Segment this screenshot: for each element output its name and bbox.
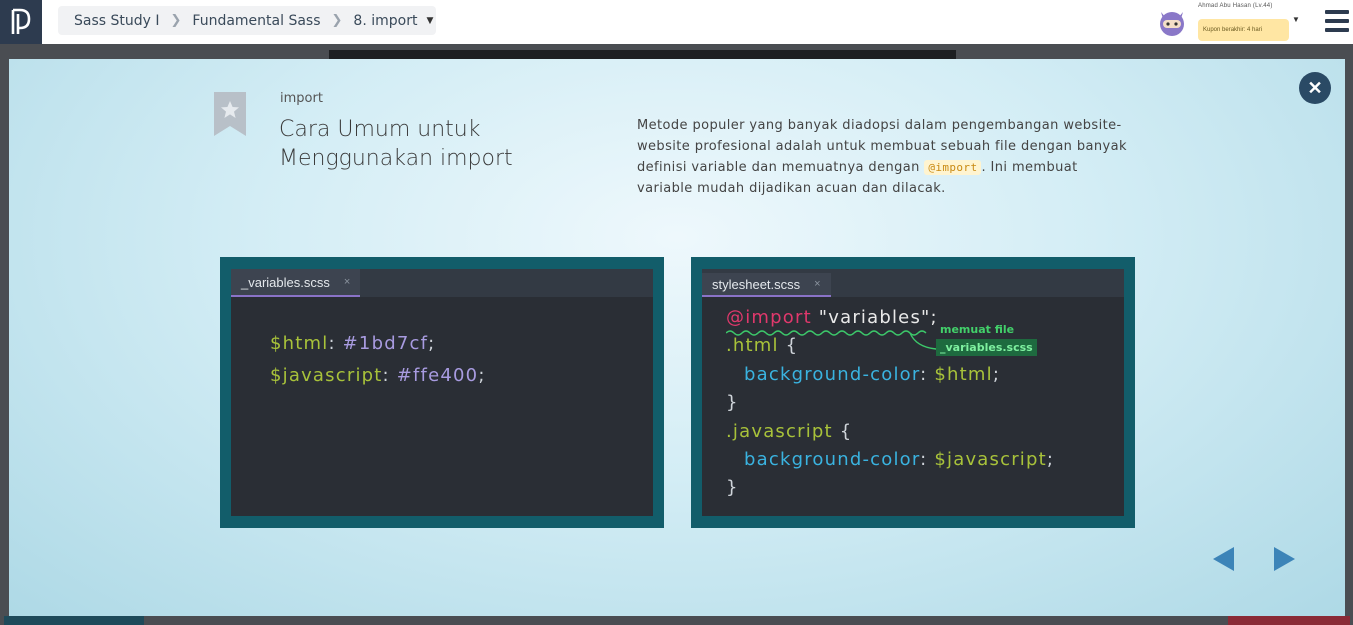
code-line: } — [726, 477, 739, 498]
code-punctuation: : — [382, 365, 397, 386]
code-line: .javascript { — [726, 421, 852, 442]
slide-subtitle: import — [280, 91, 323, 106]
code-panel-stylesheet: stylesheet.scss × @import "variables"; m… — [691, 257, 1135, 528]
code-punctuation: ; — [1046, 449, 1055, 470]
code-line: .html { — [726, 335, 798, 356]
chevron-down-icon[interactable]: ▼ — [1292, 15, 1300, 24]
hamburger-menu-icon[interactable] — [1325, 10, 1349, 32]
lesson-modal: ✕ import Cara Umum untuk Menggunakan imp… — [9, 59, 1345, 616]
code-property: background-color — [744, 364, 921, 385]
code-punctuation: : — [920, 364, 935, 385]
avatar[interactable] — [1157, 6, 1187, 38]
code-keyword: @import — [726, 307, 812, 328]
code-punctuation: ; — [992, 364, 1001, 385]
tab-label: stylesheet.scss — [712, 276, 801, 292]
ninja-avatar-icon — [1160, 12, 1184, 36]
editor-tab[interactable]: stylesheet.scss × — [702, 273, 831, 297]
code-panel-variables: _variables.scss × $html: #1bd7cf; $javas… — [220, 257, 664, 528]
chevron-right-icon: ❯ — [170, 13, 182, 28]
code-punctuation: : — [920, 449, 935, 470]
close-tab-icon[interactable]: × — [344, 276, 350, 288]
annotation-filename: _variables.scss — [936, 339, 1037, 356]
slide-title: Cara Umum untuk Menggunakan import — [279, 117, 513, 171]
slide-description: Metode populer yang banyak diadopsi dala… — [637, 115, 1127, 199]
editor-tabbar: _variables.scss × — [231, 269, 653, 297]
close-tab-icon[interactable]: × — [814, 278, 820, 290]
footer-strip — [1228, 616, 1350, 625]
code-punctuation: { — [832, 421, 853, 442]
breadcrumb-course[interactable]: Sass Study I — [74, 13, 160, 29]
chevron-right-icon: ❯ — [331, 13, 343, 28]
code-line: } — [726, 392, 739, 413]
close-button[interactable]: ✕ — [1299, 72, 1331, 104]
code-line: $html: #1bd7cf; — [270, 333, 435, 354]
code-punctuation: } — [726, 392, 739, 413]
tab-label: _variables.scss — [241, 274, 330, 290]
coupon-badge: Kupon berakhir: 4 hari — [1198, 19, 1289, 41]
code-punctuation: ; — [478, 365, 486, 386]
breadcrumb: Sass Study I ❯ Fundamental Sass ❯ 8. imp… — [58, 6, 436, 35]
code-property: background-color — [744, 449, 921, 470]
code-selector: .html — [726, 335, 779, 356]
code-line: background-color: $javascript; — [744, 449, 1054, 470]
code-line: $javascript: #ffe400; — [270, 365, 486, 386]
code-variable: $javascript — [270, 365, 383, 386]
code-line: background-color: $html; — [744, 364, 1000, 385]
inline-code: @import — [924, 160, 982, 175]
breadcrumb-lesson[interactable]: 8. import — [353, 13, 417, 29]
code-line: @import "variables"; — [726, 307, 938, 328]
code-variable: $html — [934, 364, 993, 385]
annotation-label: memuat file — [940, 323, 1015, 336]
chevron-down-icon[interactable]: ▼ — [426, 16, 433, 26]
code-selector: .javascript — [726, 421, 833, 442]
close-icon: ✕ — [1307, 77, 1323, 98]
code-editor: stylesheet.scss × @import "variables"; m… — [702, 269, 1124, 516]
top-bar: Sass Study I ❯ Fundamental Sass ❯ 8. imp… — [0, 0, 1353, 44]
user-name[interactable]: Ahmad Abu Hasan (Lv.44) — [1198, 3, 1273, 9]
editor-tabbar: stylesheet.scss × — [702, 269, 1124, 297]
footer-strip — [4, 616, 144, 625]
code-body: $html: #1bd7cf; $javascript: #ffe400; — [231, 297, 653, 516]
code-punctuation: { — [778, 335, 799, 356]
code-variable: $html — [270, 333, 329, 354]
breadcrumb-chapter[interactable]: Fundamental Sass — [192, 13, 320, 29]
code-punctuation: : — [328, 333, 343, 354]
code-value: #ffe400 — [396, 365, 479, 386]
next-slide-button[interactable] — [1274, 547, 1295, 571]
logo[interactable] — [0, 0, 42, 44]
code-variable: $javascript — [934, 449, 1047, 470]
code-value: #1bd7cf — [342, 333, 429, 354]
editor-tab[interactable]: _variables.scss × — [231, 269, 361, 297]
code-punctuation: ; — [428, 333, 436, 354]
code-string: "variables"; — [818, 307, 938, 328]
bookmark-icon[interactable] — [214, 92, 246, 136]
previous-slide-button[interactable] — [1213, 547, 1234, 571]
logo-icon — [11, 8, 31, 34]
code-punctuation: } — [726, 477, 739, 498]
code-editor: _variables.scss × $html: #1bd7cf; $javas… — [231, 269, 653, 516]
code-body: @import "variables"; memuat file _variab… — [702, 297, 1124, 516]
